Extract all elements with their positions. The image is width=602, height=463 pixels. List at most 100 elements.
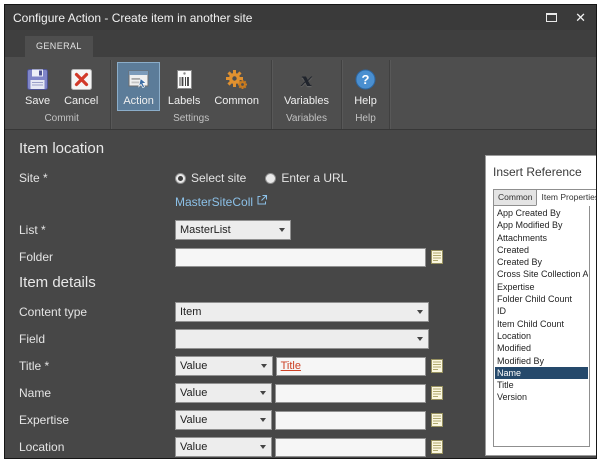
- reference-book-icon: [431, 413, 443, 427]
- variables-button[interactable]: x Variables: [278, 62, 335, 111]
- name-reference-button[interactable]: [429, 384, 445, 402]
- folder-input[interactable]: [175, 248, 426, 267]
- list-item[interactable]: ID: [495, 305, 588, 317]
- ribbon-group-variables: x Variables Variables: [272, 60, 342, 129]
- list-item[interactable]: Expertise: [495, 281, 588, 293]
- commit-buttons: Save Cancel: [14, 60, 109, 111]
- title-label: Title *: [19, 359, 175, 373]
- reference-book-icon: [431, 250, 443, 264]
- radio-select-site-circle[interactable]: [175, 173, 186, 184]
- list-item[interactable]: Location: [495, 330, 588, 342]
- title-controls: Value Title: [175, 356, 445, 376]
- common-button[interactable]: Common: [208, 62, 265, 111]
- ribbon-tabstrip: GENERAL: [5, 30, 596, 57]
- labels-button[interactable]: Labels: [162, 62, 206, 111]
- list-controls: MasterList: [175, 220, 445, 240]
- action-button-label: Action: [123, 95, 154, 107]
- ribbon-group-label-help: Help: [343, 111, 388, 129]
- insert-reference-panel: Insert Reference Common Item Properties …: [485, 155, 597, 456]
- title-value-dropdown[interactable]: Value: [175, 356, 273, 376]
- chevron-down-icon: [260, 391, 266, 395]
- list-item[interactable]: App Modified By: [495, 219, 588, 231]
- list-item[interactable]: Title: [495, 379, 588, 391]
- content-type-dropdown-value: Item: [176, 306, 412, 318]
- list-item[interactable]: Item Child Count: [495, 318, 588, 330]
- chevron-down-icon: [417, 310, 423, 314]
- expertise-value-dropdown[interactable]: Value: [175, 410, 272, 430]
- name-label: Name: [19, 386, 175, 400]
- help-icon: ?: [354, 67, 377, 92]
- radio-select-site-label: Select site: [191, 171, 246, 185]
- list-item[interactable]: Attachments: [495, 232, 588, 244]
- cancel-button-label: Cancel: [64, 95, 98, 107]
- ribbon-group-label-commit: Commit: [14, 111, 109, 129]
- tab-item-properties[interactable]: Item Properties: [536, 189, 597, 206]
- site-link[interactable]: MasterSiteColl: [175, 195, 253, 209]
- maximize-button[interactable]: [546, 13, 557, 22]
- ribbon-group-label-settings: Settings: [112, 111, 270, 129]
- list-item[interactable]: Cross Site Collection Archival: [495, 268, 588, 280]
- name-value-dropdown[interactable]: Value: [175, 383, 272, 403]
- expertise-reference-button[interactable]: [429, 411, 445, 429]
- configure-action-dialog: Configure Action - Create item in anothe…: [4, 4, 597, 459]
- radio-select-site[interactable]: Select site: [175, 171, 246, 185]
- save-button[interactable]: Save: [19, 62, 56, 111]
- titlebar: Configure Action - Create item in anothe…: [5, 5, 596, 30]
- help-button[interactable]: ? Help: [348, 62, 383, 111]
- save-icon: [26, 67, 49, 92]
- list-item[interactable]: Created By: [495, 256, 588, 268]
- site-label: Site *: [19, 171, 175, 185]
- labels-button-label: Labels: [168, 95, 200, 107]
- radio-enter-url-label: Enter a URL: [281, 171, 347, 185]
- expertise-controls: Value: [175, 410, 445, 430]
- chevron-down-icon: [260, 418, 266, 422]
- cancel-button[interactable]: Cancel: [58, 62, 104, 111]
- radio-enter-url-circle[interactable]: [265, 173, 276, 184]
- gears-icon: [225, 67, 248, 92]
- window-title: Configure Action - Create item in anothe…: [13, 11, 252, 25]
- title-reference-token[interactable]: Title: [281, 360, 301, 372]
- name-input[interactable]: [275, 384, 426, 403]
- expertise-input[interactable]: [275, 411, 426, 430]
- list-item[interactable]: Folder Child Count: [495, 293, 588, 305]
- ribbon-group-help: ? Help Help: [342, 60, 390, 129]
- reference-book-icon: [431, 386, 443, 400]
- insert-reference-title: Insert Reference: [493, 165, 590, 179]
- reference-book-icon: [431, 359, 443, 373]
- location-value-dropdown[interactable]: Value: [175, 437, 272, 457]
- title-reference-button[interactable]: [429, 357, 445, 375]
- list-item[interactable]: Modified By: [495, 355, 588, 367]
- content-type-label: Content type: [19, 305, 175, 319]
- name-value-dropdown-value: Value: [176, 387, 255, 399]
- variables-buttons: x Variables: [273, 60, 340, 111]
- ribbon-group-settings: Action Labels Common Settings: [111, 60, 272, 129]
- location-reference-button[interactable]: [429, 438, 445, 456]
- list-item[interactable]: Created: [495, 244, 588, 256]
- radio-enter-url[interactable]: Enter a URL: [265, 171, 347, 185]
- close-button[interactable]: ✕: [575, 11, 586, 24]
- external-link-icon[interactable]: [256, 193, 268, 211]
- location-input[interactable]: [275, 438, 426, 457]
- field-dropdown[interactable]: [175, 329, 429, 349]
- list-item[interactable]: Modified: [495, 342, 588, 354]
- help-button-label: Help: [354, 95, 377, 107]
- content-type-dropdown[interactable]: Item: [175, 302, 429, 322]
- location-controls: Value: [175, 437, 445, 457]
- labels-icon: [173, 67, 196, 92]
- list-item[interactable]: App Created By: [495, 207, 588, 219]
- list-item-selected[interactable]: Name: [495, 367, 588, 379]
- expertise-value-dropdown-value: Value: [176, 414, 255, 426]
- chevron-down-icon: [260, 445, 266, 449]
- list-label: List *: [19, 223, 175, 237]
- ribbon-group-commit: Save Cancel Commit: [13, 60, 111, 129]
- insert-reference-tabs: Common Item Properties: [493, 189, 590, 206]
- list-dropdown[interactable]: MasterList: [175, 220, 291, 240]
- help-buttons: ? Help: [343, 60, 388, 111]
- folder-reference-button[interactable]: [429, 248, 445, 266]
- action-button[interactable]: Action: [117, 62, 160, 111]
- title-input[interactable]: Title: [276, 357, 426, 376]
- tab-general[interactable]: GENERAL: [25, 36, 93, 57]
- list-item[interactable]: Version: [495, 391, 588, 403]
- action-icon: [127, 67, 150, 92]
- tab-common[interactable]: Common: [493, 189, 537, 206]
